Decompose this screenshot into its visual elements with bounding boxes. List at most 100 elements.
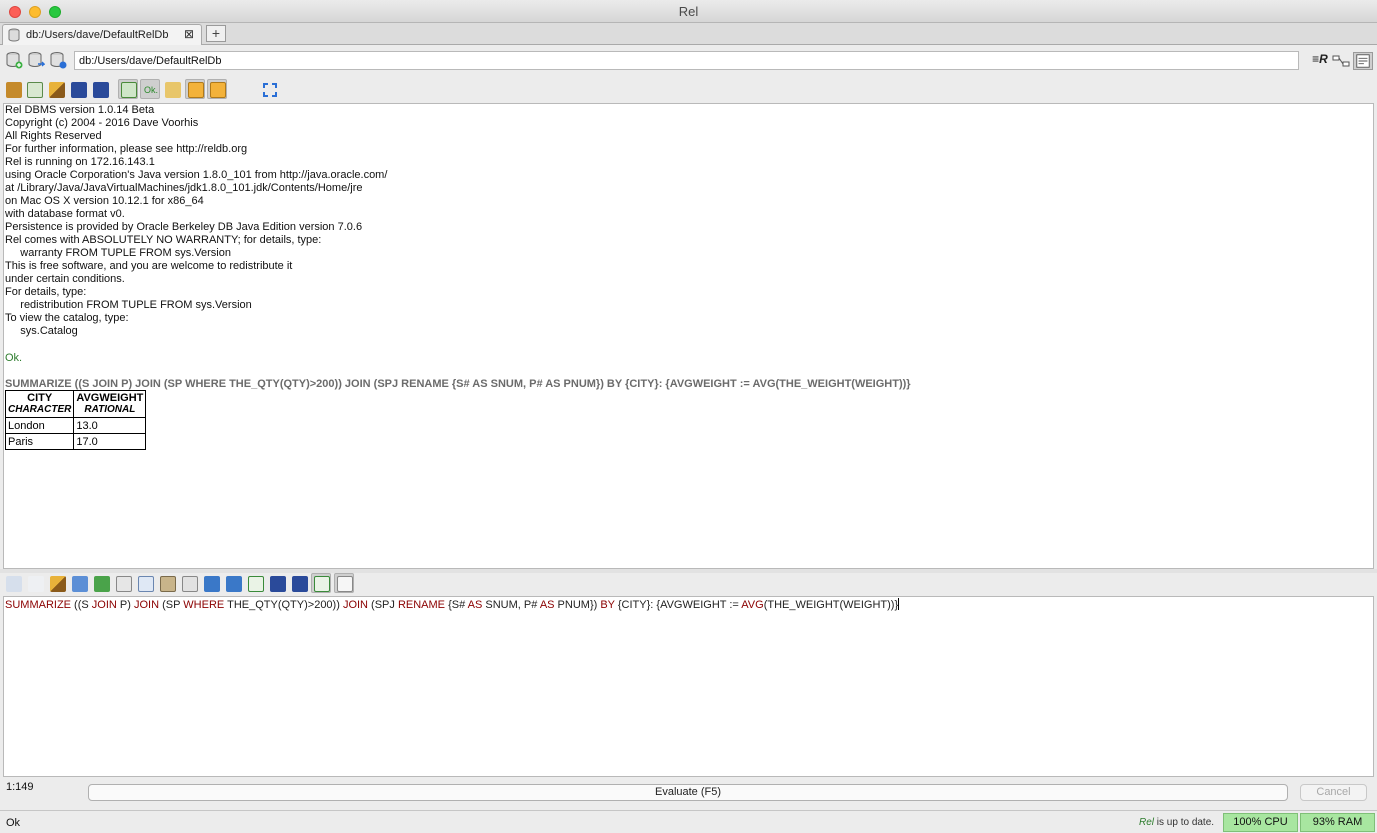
query-input-pane[interactable]: SUMMARIZE ((S JOIN P) JOIN (SP WHERE THE… bbox=[3, 596, 1374, 777]
package-icon bbox=[6, 82, 22, 98]
show-ok-label: Ok. bbox=[144, 85, 159, 95]
code-keyword: JOIN bbox=[133, 599, 160, 611]
output-line: Copyright (c) 2004 - 2016 Dave Voorhis bbox=[5, 117, 199, 129]
load-button[interactable] bbox=[202, 574, 222, 594]
column-type: CHARACTER bbox=[8, 404, 72, 415]
undo-style-button[interactable] bbox=[4, 574, 24, 594]
output-line: Persistence is provided by Oracle Berkel… bbox=[5, 221, 363, 233]
column-header: CITY CHARACTER bbox=[4, 390, 75, 418]
code-text: ((S bbox=[71, 599, 92, 611]
paste-button[interactable] bbox=[158, 574, 178, 594]
clear-output-button[interactable] bbox=[47, 80, 67, 100]
code-text: P) bbox=[116, 599, 134, 611]
broom-icon bbox=[50, 576, 66, 592]
result-table: CITY CHARACTER AVGWEIGHT RATIONAL London 1… bbox=[4, 390, 147, 450]
update-status-name: Rel bbox=[1139, 817, 1155, 828]
show-ok-toggle[interactable]: Ok. bbox=[140, 79, 160, 99]
expand-icon bbox=[263, 83, 277, 97]
window-title: Rel bbox=[678, 4, 699, 19]
new-database-icon[interactable] bbox=[5, 51, 23, 69]
magic-icon bbox=[165, 82, 181, 98]
broom-icon bbox=[49, 82, 65, 98]
cut-button[interactable] bbox=[114, 574, 134, 594]
cursor-position: 1:149 bbox=[6, 781, 34, 793]
show-types-toggle[interactable] bbox=[207, 79, 227, 99]
output-line: at /Library/Java/JavaVirtualMachines/jdk… bbox=[5, 182, 363, 194]
output-line: redistribution FROM TUPLE FROM sys.Versi… bbox=[5, 299, 252, 311]
output-line: using Oracle Corporation's Java version … bbox=[5, 169, 388, 181]
output-line: on Mac OS X version 10.12.1 for x86_64 bbox=[5, 195, 204, 207]
wrap-text-icon bbox=[337, 576, 353, 592]
table-cell: 13.0 bbox=[73, 417, 147, 434]
code-text: PNUM}) bbox=[554, 599, 601, 611]
output-line: Rel DBMS version 1.0.14 Beta bbox=[5, 104, 155, 116]
get-path-button[interactable] bbox=[246, 574, 266, 594]
save-html-button[interactable] bbox=[69, 80, 89, 100]
copy-to-input-toggle[interactable] bbox=[311, 573, 331, 593]
tab-strip: db:/Users/dave/DefaultRelDb ⊠ + bbox=[0, 23, 1377, 45]
code-keyword: JOIN bbox=[91, 599, 117, 611]
scissors-icon bbox=[116, 576, 132, 592]
rel-window: Rel db:/Users/dave/DefaultRelDb ⊠ + db:/… bbox=[0, 0, 1377, 833]
open-database-icon[interactable] bbox=[27, 51, 45, 69]
remote-database-icon[interactable] bbox=[49, 51, 67, 69]
update-status: Rel is up to date. bbox=[1139, 817, 1214, 828]
close-tab-icon[interactable]: ⊠ bbox=[184, 28, 196, 40]
output-line: Rel is running on 172.16.143.1 bbox=[5, 156, 155, 168]
tab-database[interactable]: db:/Users/dave/DefaultRelDb ⊠ bbox=[2, 24, 202, 45]
folder-insert-icon bbox=[226, 576, 242, 592]
redo-icon bbox=[94, 576, 110, 592]
load-insert-button[interactable] bbox=[224, 574, 244, 594]
code-text: {CITY}: {AVGWEIGHT := bbox=[614, 599, 742, 611]
add-tab-button[interactable]: + bbox=[206, 25, 226, 42]
enhanced-output-icon bbox=[121, 82, 137, 98]
wrap-text-toggle[interactable] bbox=[334, 573, 354, 593]
code-keyword: AVG bbox=[741, 599, 764, 611]
code-text: (SP bbox=[159, 599, 184, 611]
output-pane[interactable]: Rel DBMS version 1.0.14 Beta Copyright (c… bbox=[3, 103, 1374, 569]
redo-button[interactable] bbox=[92, 574, 112, 594]
save-icon bbox=[270, 576, 286, 592]
cancel-button[interactable]: Cancel bbox=[1300, 784, 1367, 801]
find-replace-button[interactable] bbox=[180, 574, 200, 594]
undo-button[interactable] bbox=[70, 574, 90, 594]
ok-message: Ok. bbox=[5, 352, 23, 364]
undo-icon bbox=[72, 576, 88, 592]
folder-icon bbox=[204, 576, 220, 592]
code-keyword: BY bbox=[600, 599, 615, 611]
visual-query-icon[interactable] bbox=[1331, 52, 1351, 70]
table-cell: London bbox=[4, 417, 75, 434]
copy-button[interactable] bbox=[136, 574, 156, 594]
auto-clear-button[interactable] bbox=[163, 80, 183, 100]
save-as-icon bbox=[292, 576, 308, 592]
result-header-row: CITY CHARACTER AVGWEIGHT RATIONAL bbox=[4, 390, 147, 418]
code-text: {S# bbox=[445, 599, 468, 611]
maximize-output-button[interactable] bbox=[260, 80, 280, 100]
database-path-input[interactable] bbox=[74, 51, 1299, 70]
table-cell: Paris bbox=[4, 433, 75, 450]
query-input-text[interactable]: SUMMARIZE ((S JOIN P) JOIN (SP WHERE THE… bbox=[5, 598, 900, 611]
export-icon bbox=[27, 82, 43, 98]
column-header: AVGWEIGHT RATIONAL bbox=[73, 390, 147, 418]
save-text-button[interactable] bbox=[91, 80, 111, 100]
load-file-button[interactable] bbox=[4, 80, 24, 100]
copy-icon bbox=[138, 576, 154, 592]
enhanced-output-toggle[interactable] bbox=[118, 79, 138, 99]
output-line: with database format v0. bbox=[5, 208, 125, 220]
table-cell: 17.0 bbox=[73, 433, 147, 450]
table-row: London 13.0 bbox=[4, 417, 147, 434]
save-button[interactable] bbox=[268, 574, 288, 594]
paste-icon bbox=[160, 576, 176, 592]
code-keyword: AS bbox=[467, 599, 483, 611]
output-text: Rel DBMS version 1.0.14 Beta Copyright (c… bbox=[5, 104, 387, 338]
show-headings-toggle[interactable] bbox=[185, 79, 205, 99]
export-button[interactable] bbox=[25, 80, 45, 100]
clear-input-button[interactable] bbox=[48, 574, 68, 594]
command-line-mode-icon[interactable] bbox=[1353, 52, 1373, 70]
save-as-button[interactable] bbox=[290, 574, 310, 594]
evaluate-button[interactable]: Evaluate (F5) bbox=[88, 784, 1288, 801]
copy-output-icon bbox=[314, 576, 330, 592]
database-path-bar: ≡R bbox=[0, 46, 1377, 76]
rel-mode-button[interactable]: ≡R bbox=[1310, 52, 1330, 70]
redo-style-button[interactable] bbox=[26, 574, 46, 594]
